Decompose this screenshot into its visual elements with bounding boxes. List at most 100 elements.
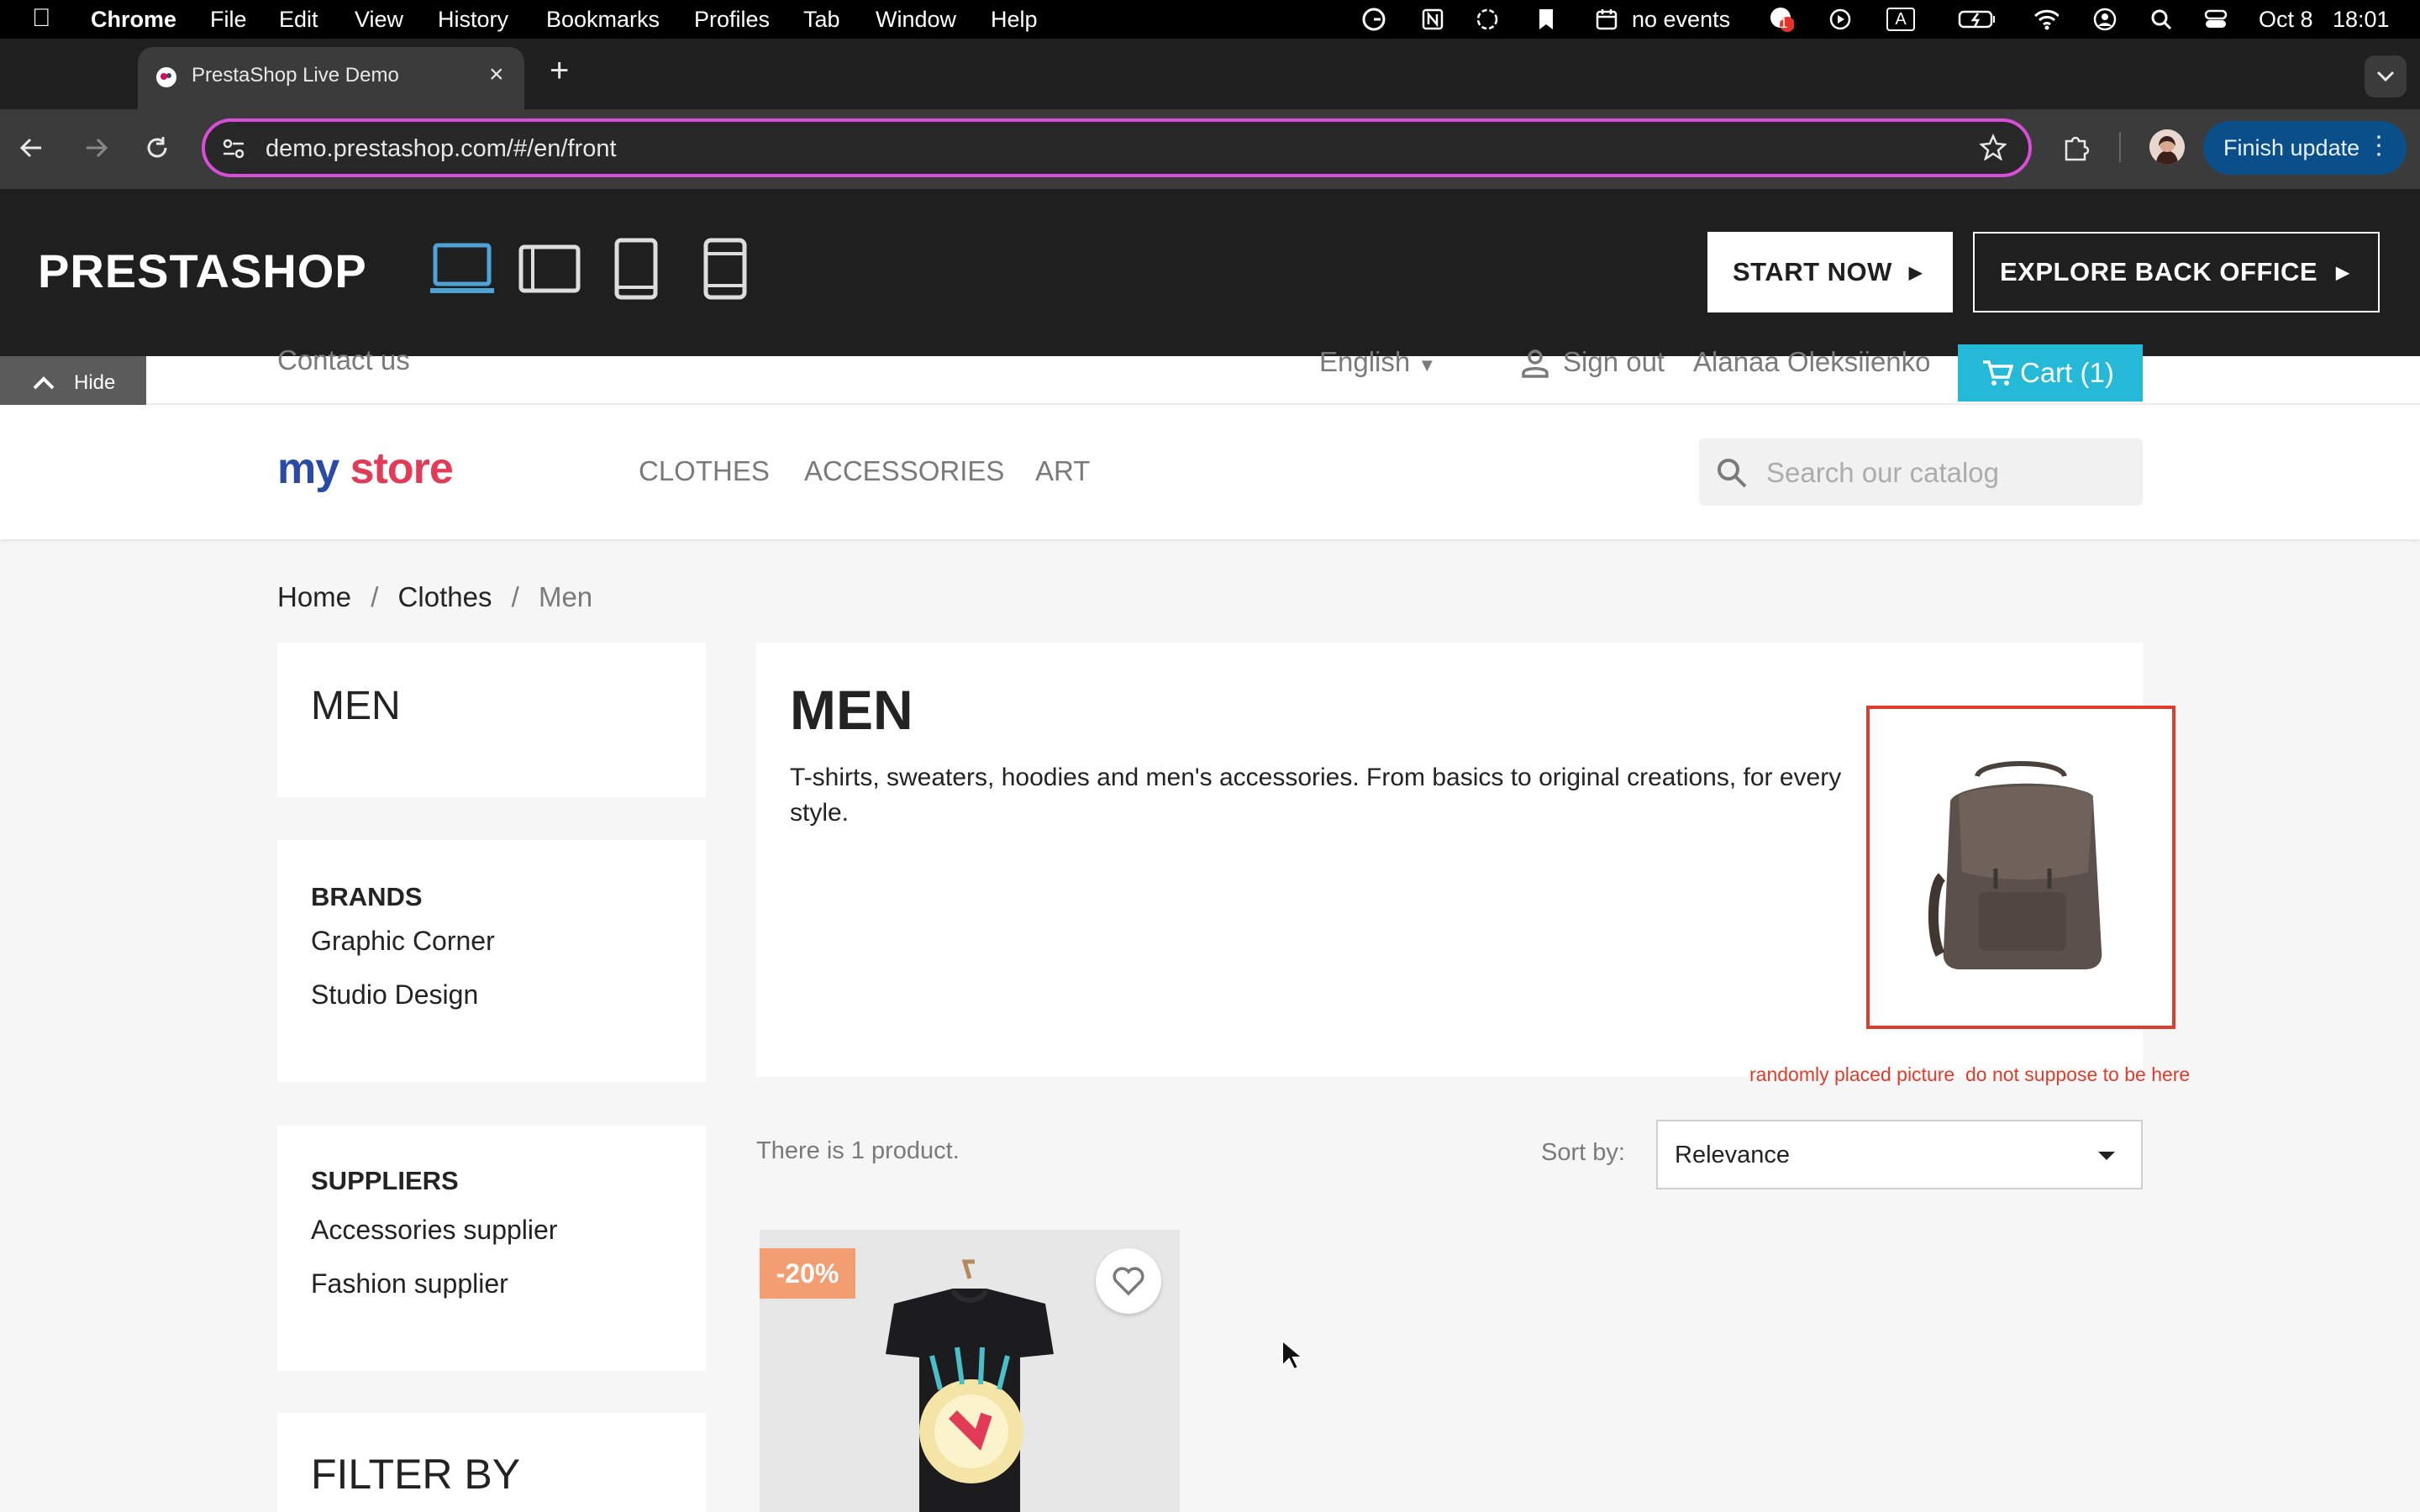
category-title: MEN: [790, 679, 913, 741]
suppliers-title: SUPPLIERS: [311, 1166, 459, 1195]
sidebar-category-title[interactable]: MEN: [311, 683, 401, 729]
menu-edit[interactable]: Edit: [279, 7, 318, 33]
toolbar-divider: [2119, 132, 2121, 162]
browser-tab[interactable]: PrestaShop Live Demo ×: [138, 47, 524, 109]
filter-card: FILTER BY: [277, 1413, 706, 1512]
battery-icon[interactable]: [1958, 8, 1995, 31]
bookmark-star-icon[interactable]: [1979, 133, 2007, 167]
language-label: English: [1319, 346, 1411, 377]
desktop-view-icon[interactable]: [430, 242, 494, 300]
finish-update-label: Finish update: [2223, 134, 2360, 160]
menu-accessories[interactable]: ACCESSORIES: [804, 455, 1004, 487]
breadcrumb-current: Men: [538, 581, 593, 612]
brand-link[interactable]: Graphic Corner: [311, 926, 495, 957]
menu-bookmarks[interactable]: Bookmarks: [546, 7, 660, 33]
menu-help[interactable]: Help: [991, 7, 1038, 33]
breadcrumb-clothes[interactable]: Clothes: [398, 581, 492, 612]
my-store-logo[interactable]: my store: [277, 444, 454, 494]
contact-us-link[interactable]: Contact us: [277, 344, 410, 376]
cart-label: Cart (1): [2020, 357, 2114, 388]
search-box[interactable]: Search our catalog: [1699, 438, 2143, 506]
address-bar[interactable]: demo.prestashop.com/#/en/front: [202, 118, 2032, 177]
control-center-icon[interactable]: [2203, 8, 2228, 31]
customer-name-link[interactable]: Alanaa Oleksiienko: [1693, 346, 1931, 378]
notion-icon[interactable]: [1420, 8, 1445, 31]
backpack-image: [1928, 761, 2102, 969]
site-settings-icon[interactable]: [222, 137, 245, 167]
brands-card: BRANDS Graphic Corner Studio Design: [277, 840, 706, 1082]
hide-label: Hide: [74, 370, 116, 394]
tab-title: PrestaShop Live Demo: [192, 64, 399, 87]
breadcrumb: Home / Clothes / Men: [277, 581, 592, 613]
menu-window[interactable]: Window: [876, 7, 956, 33]
play-icon[interactable]: [1828, 8, 1853, 31]
tablet-portrait-icon[interactable]: [613, 237, 659, 305]
menubar-date: Oct 8: [2259, 7, 2313, 32]
product-card[interactable]: -20%: [760, 1230, 1180, 1512]
back-arrow-icon[interactable]: [18, 135, 44, 165]
more-vert-icon: ⋮: [2366, 132, 2391, 160]
suppliers-card: SUPPLIERS Accessories supplier Fashion s…: [277, 1126, 706, 1371]
brand-link[interactable]: Studio Design: [311, 979, 478, 1011]
grammarly-icon[interactable]: [1361, 8, 1386, 31]
sort-value: Relevance: [1675, 1142, 1791, 1168]
tablet-landscape-icon[interactable]: [518, 242, 581, 300]
filter-by-title: FILTER BY: [311, 1451, 521, 1498]
menu-tab[interactable]: Tab: [803, 7, 840, 33]
start-now-label: START NOW: [1733, 257, 1892, 286]
hide-demo-bar-button[interactable]: Hide: [0, 356, 146, 409]
bookmark-icon[interactable]: [1534, 8, 1559, 31]
shopping-cart-icon: [1983, 360, 2013, 386]
extensions-puzzle-icon[interactable]: [2062, 133, 2091, 165]
supplier-link[interactable]: Fashion supplier: [311, 1268, 508, 1299]
mobile-view-icon[interactable]: [702, 237, 748, 305]
cart-button[interactable]: Cart (1): [1958, 344, 2143, 402]
user-icon: [1521, 348, 1549, 382]
menu-app-name[interactable]: Chrome: [91, 7, 176, 33]
language-selector[interactable]: English ▼: [1319, 346, 1436, 378]
chatgpt-icon[interactable]: [1475, 8, 1500, 31]
category-description: T-shirts, sweaters, hoodies and men's ac…: [790, 764, 1842, 827]
input-source-icon[interactable]: A: [1886, 8, 1915, 31]
sign-out-link[interactable]: Sign out: [1563, 346, 1665, 378]
wishlist-button[interactable]: [1096, 1248, 1161, 1314]
menu-art[interactable]: ART: [1035, 455, 1090, 487]
menu-history[interactable]: History: [438, 7, 508, 33]
spotlight-search-icon[interactable]: [2149, 8, 2174, 31]
caret-right-icon: ▶: [2336, 263, 2349, 282]
start-now-button[interactable]: START NOW ▶: [1707, 232, 1953, 312]
url-text[interactable]: demo.prestashop.com/#/en/front: [266, 135, 617, 163]
explore-back-office-button[interactable]: EXPLORE BACK OFFICE ▶: [1973, 232, 2380, 312]
breadcrumb-separator: /: [511, 581, 519, 612]
tab-close-icon[interactable]: ×: [489, 60, 504, 89]
wifi-icon[interactable]: [2033, 8, 2059, 31]
calendar-status[interactable]: no events: [1632, 7, 1730, 33]
caret-down-icon: [2098, 1152, 2115, 1160]
menu-clothes[interactable]: CLOTHES: [639, 455, 770, 487]
annotation-note: randomly placed picture do not suppose t…: [1749, 1063, 2191, 1085]
apple-icon[interactable]: : [32, 4, 51, 33]
chevron-down-icon: [2376, 71, 2395, 82]
brands-title: BRANDS: [311, 882, 423, 911]
calendar-icon[interactable]: [1594, 8, 1619, 31]
menu-file[interactable]: File: [210, 7, 247, 33]
forward-arrow-icon[interactable]: [84, 135, 109, 165]
menu-profiles[interactable]: Profiles: [694, 7, 770, 33]
discount-badge: -20%: [760, 1248, 855, 1299]
menu-view[interactable]: View: [355, 7, 403, 33]
category-tree-card: MEN: [277, 643, 706, 797]
search-input[interactable]: Search our catalog: [1766, 457, 1999, 489]
user-account-icon[interactable]: [2092, 8, 2118, 31]
finish-update-button[interactable]: Finish update ⋮: [2203, 121, 2407, 175]
tab-search-button[interactable]: [2365, 55, 2407, 97]
reload-icon[interactable]: [145, 135, 170, 165]
profile-avatar[interactable]: [2149, 129, 2185, 165]
logo-store: store: [350, 444, 454, 493]
breadcrumb-home[interactable]: Home: [277, 581, 351, 612]
macos-menubar:  Chrome File Edit View History Bookmark…: [0, 0, 2420, 39]
caret-right-icon: ▶: [1908, 263, 1923, 282]
heart-icon: [1113, 1267, 1144, 1296]
new-tab-button[interactable]: +: [550, 52, 569, 90]
supplier-link[interactable]: Accessories supplier: [311, 1215, 557, 1246]
sort-dropdown[interactable]: Relevance: [1656, 1120, 2143, 1189]
